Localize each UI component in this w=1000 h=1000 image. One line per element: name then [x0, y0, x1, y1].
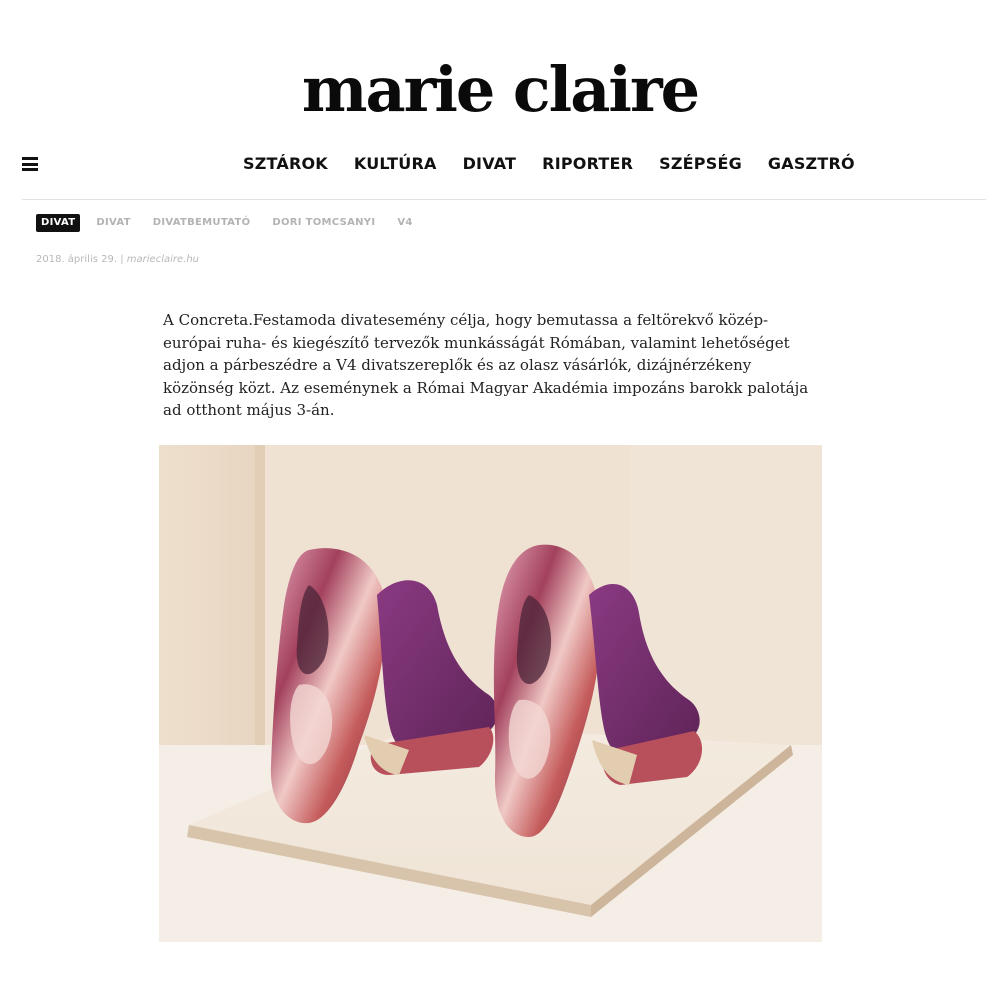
article-date: 2018. április 29.: [36, 254, 118, 265]
nav-item-gasztro[interactable]: GASZTRÓ: [768, 152, 855, 176]
article-lead: A Concreta.Festamoda divatesemény célja,…: [163, 311, 809, 419]
category-badge[interactable]: DIVAT: [36, 214, 81, 232]
article-source: marieclaire.hu: [126, 254, 199, 265]
tag-divatbemutato[interactable]: DIVATBEMUTATÓ: [153, 214, 251, 232]
hamburger-icon[interactable]: [22, 157, 38, 171]
tag-divat[interactable]: DIVAT: [96, 214, 130, 232]
main-nav: SZTÁROK KULTÚRA DIVAT RIPORTER SZÉPSÉG G…: [243, 152, 855, 176]
article-photo: [159, 445, 822, 942]
tag-dori-tomcsanyi[interactable]: DORI TOMCSANYI: [272, 214, 375, 232]
site-logo[interactable]: marie claire: [0, 52, 1000, 128]
nav-item-szepseg[interactable]: SZÉPSÉG: [659, 152, 742, 176]
nav-item-kultura[interactable]: KULTÚRA: [354, 152, 437, 176]
nav-item-riporter[interactable]: RIPORTER: [542, 152, 633, 176]
nav-item-divat[interactable]: DIVAT: [463, 152, 517, 176]
article-tags: DIVAT DIVAT DIVATBEMUTATÓ DORI TOMCSANYI…: [36, 214, 435, 232]
nav-item-sztarok[interactable]: SZTÁROK: [243, 152, 328, 176]
tag-v4[interactable]: V4: [397, 214, 412, 232]
meta-separator: |: [120, 254, 124, 265]
article-meta: 2018. április 29. | marieclaire.hu: [36, 254, 199, 265]
header-divider: [22, 199, 986, 200]
